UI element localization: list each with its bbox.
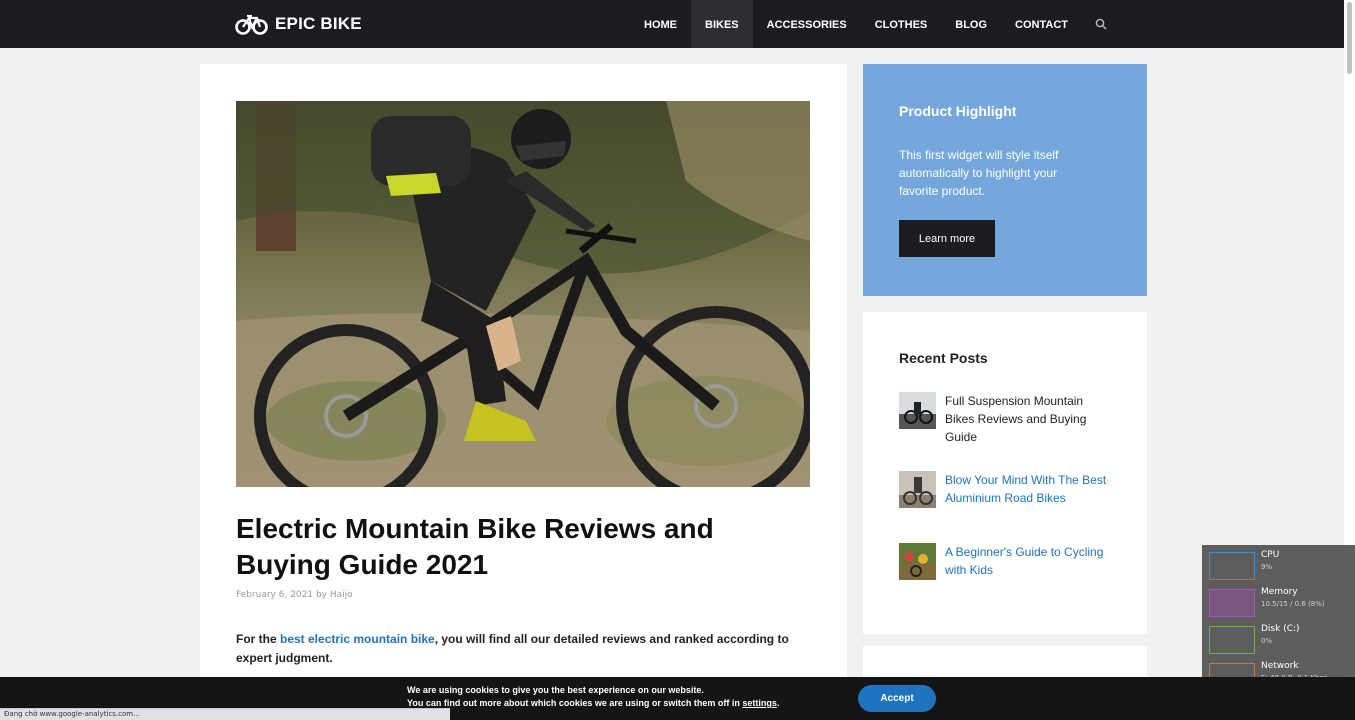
memory-graph bbox=[1209, 589, 1255, 617]
nav-contact[interactable]: CONTACT bbox=[1001, 0, 1082, 48]
cookie-text: We are using cookies to give you the bes… bbox=[407, 684, 847, 710]
nav-bikes[interactable]: BIKES bbox=[691, 0, 753, 48]
monitor-label: Memory bbox=[1261, 587, 1298, 597]
logo-text: EPIC BIKE bbox=[275, 14, 362, 33]
recent-post-item[interactable]: Full Suspension Mountain Bikes Reviews a… bbox=[899, 392, 1107, 446]
nav-clothes[interactable]: CLOTHES bbox=[861, 0, 942, 48]
recent-post-link-beginners[interactable]: A Beginner's Guide to Cycling with Kids bbox=[945, 543, 1107, 580]
bike-logo-icon bbox=[235, 14, 268, 35]
main-nav: HOME BIKES ACCESSORIES CLOTHES BLOG CONT… bbox=[630, 0, 1118, 48]
highlight-title: Product Highlight bbox=[899, 103, 1017, 119]
monitor-row-disk: Disk (C:) 0% bbox=[1209, 622, 1349, 656]
cookie-accept-button[interactable]: Accept bbox=[858, 685, 936, 712]
cookie-line-2: You can find out more about which cookie… bbox=[407, 697, 847, 710]
recent-post-item[interactable]: A Beginner's Guide to Cycling with Kids bbox=[899, 543, 1107, 580]
recent-posts-title: Recent Posts bbox=[899, 350, 988, 366]
cookie-line-2-end: . bbox=[776, 698, 780, 708]
post-meta: February 6, 2021 by Haijo bbox=[236, 590, 353, 600]
monitor-label: CPU bbox=[1261, 550, 1280, 560]
monitor-label: Disk (C:) bbox=[1261, 624, 1300, 634]
post-intro: For the best electric mountain bike, you… bbox=[236, 630, 796, 668]
monitor-value: 10.5/15 / 0.6 (8%) bbox=[1261, 600, 1325, 608]
cookie-line-2-text: You can find out more about which cookie… bbox=[407, 698, 743, 708]
site-header: EPIC BIKE HOME BIKES ACCESSORIES CLOTHES… bbox=[0, 0, 1344, 48]
highlight-text: This first widget will style itself auto… bbox=[899, 148, 1059, 198]
search-icon bbox=[1095, 18, 1107, 30]
nav-blog[interactable]: BLOG bbox=[941, 0, 1001, 48]
recent-post-item[interactable]: Blow Your Mind With The Best Aluminium R… bbox=[899, 471, 1107, 508]
recent-post-link-full-suspension[interactable]: Full Suspension Mountain Bikes Reviews a… bbox=[945, 392, 1107, 446]
browser-status-bar: Đang chờ www.google-analytics.com... bbox=[0, 708, 450, 720]
disk-graph bbox=[1209, 626, 1255, 654]
site-logo[interactable]: EPIC BIKE bbox=[235, 12, 362, 36]
monitor-row-cpu: CPU 9% bbox=[1209, 548, 1349, 582]
nav-accessories[interactable]: ACCESSORIES bbox=[753, 0, 861, 48]
best-ebike-link[interactable]: best electric mountain bike bbox=[280, 632, 435, 646]
recent-post-link-aluminium[interactable]: Blow Your Mind With The Best Aluminium R… bbox=[945, 471, 1107, 508]
hero-image bbox=[236, 101, 810, 487]
scrollbar-thumb[interactable] bbox=[1347, 2, 1352, 74]
intro-text-start: For the bbox=[236, 632, 280, 646]
post-thumbnail bbox=[899, 392, 936, 429]
recent-posts-widget: Recent Posts Full Suspension Mountain Bi… bbox=[863, 312, 1147, 634]
monitor-label: Network bbox=[1261, 661, 1299, 671]
nav-search-button[interactable] bbox=[1084, 0, 1118, 48]
post-thumbnail bbox=[899, 543, 936, 580]
cookie-line-1: We are using cookies to give you the bes… bbox=[407, 685, 704, 695]
learn-more-button[interactable]: Learn more bbox=[899, 220, 995, 257]
mountain-biker-photo bbox=[236, 101, 810, 487]
post-thumbnail bbox=[899, 471, 936, 508]
product-highlight-widget: Product Highlight This first widget will… bbox=[863, 64, 1147, 296]
cookie-settings-link[interactable]: settings bbox=[742, 698, 777, 708]
monitor-value: 9% bbox=[1261, 563, 1273, 571]
cpu-graph bbox=[1209, 552, 1255, 580]
nav-home[interactable]: HOME bbox=[630, 0, 691, 48]
article-card: Electric Mountain Bike Reviews and Buyin… bbox=[200, 64, 847, 684]
monitor-value: 0% bbox=[1261, 637, 1273, 645]
post-title: Electric Mountain Bike Reviews and Buyin… bbox=[236, 513, 714, 580]
status-text: Đang chờ www.google-analytics.com... bbox=[4, 710, 140, 718]
monitor-row-memory: Memory 10.5/15 / 0.6 (8%) bbox=[1209, 585, 1349, 619]
